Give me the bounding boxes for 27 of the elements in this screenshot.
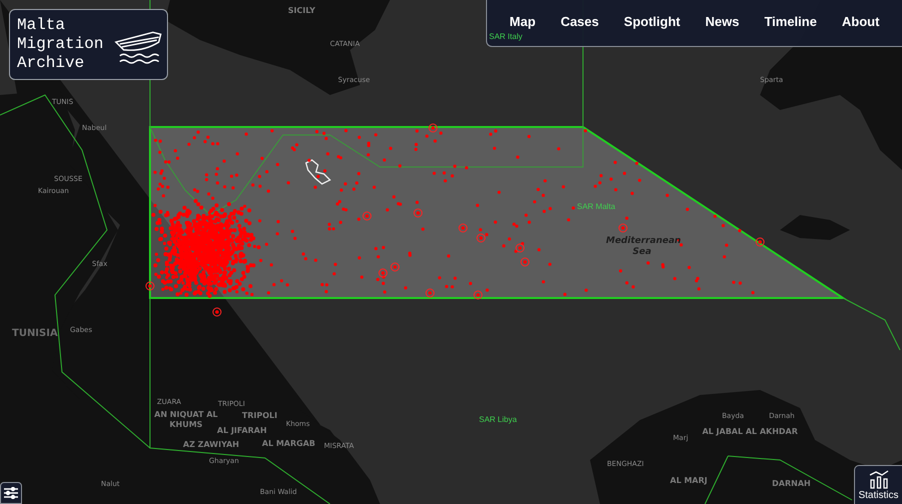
map-label: TRIPOLI — [242, 412, 278, 420]
malta-island-drawing — [305, 159, 332, 185]
logo-title: Malta Migration Archive — [17, 16, 104, 73]
map-label: SICILY — [288, 7, 316, 15]
sliders-icon — [4, 487, 18, 499]
nav-link[interactable]: News — [705, 14, 740, 28]
nav-link[interactable]: About — [842, 14, 880, 28]
map-label: AL JABAL AL AKHDAR — [701, 427, 799, 437]
map-label: AZ ZAWIYAH — [183, 441, 240, 449]
logo[interactable]: Malta Migration Archive — [9, 9, 168, 80]
map-label: AN NIQUAT AL KHUMS — [153, 410, 218, 429]
zone-label: SAR Malta — [577, 203, 616, 211]
map-label: TUNISIA — [12, 329, 58, 339]
statistics-button[interactable]: Statistics — [854, 465, 902, 504]
zone-label: SAR Libya — [479, 416, 517, 424]
filter-button[interactable] — [0, 482, 22, 504]
bar-chart-icon — [868, 469, 890, 489]
nav-link[interactable]: Spotlight — [624, 14, 680, 28]
nav-link[interactable]: Timeline — [764, 14, 817, 28]
map-label: DARNAH — [772, 480, 811, 488]
map-label: Mediterranean Sea — [606, 236, 678, 258]
map-label: AL MARGAB — [262, 440, 316, 448]
map-label: AL MARJ — [670, 477, 708, 485]
zone-label: SAR Italy — [489, 33, 522, 41]
nav-link[interactable]: Map — [510, 14, 536, 28]
map-label: AL JIFARAH — [217, 427, 267, 435]
nav-link[interactable]: Cases — [560, 14, 599, 28]
